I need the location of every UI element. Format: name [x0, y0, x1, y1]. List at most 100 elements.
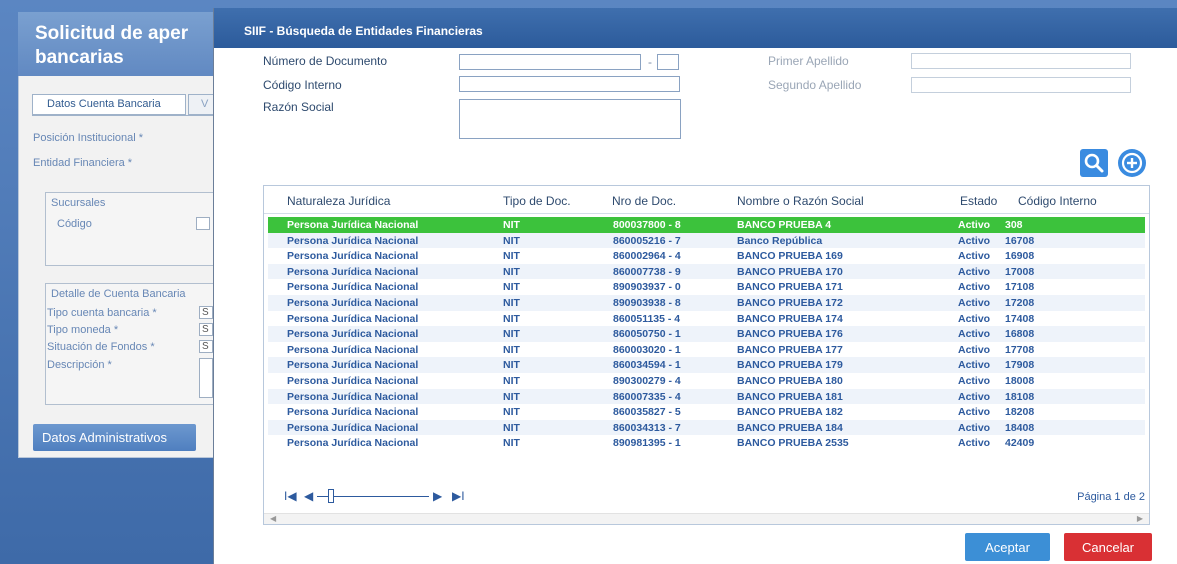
codigo-interno-input[interactable] — [459, 76, 680, 92]
table-row[interactable]: Persona Jurídica Nacional NIT 890300279 - … — [268, 373, 1145, 389]
numero-documento-label: Número de Documento — [263, 54, 388, 68]
cell-tipo-doc: NIT — [503, 437, 520, 450]
next-page-button[interactable]: ▶ — [433, 489, 442, 503]
page-slider-thumb[interactable] — [328, 489, 334, 503]
cell-nombre: BANCO PRUEBA 169 — [737, 250, 843, 263]
prev-page-button[interactable]: ◀ — [304, 489, 313, 503]
datos-administrativos-button[interactable]: Datos Administrativos — [33, 424, 196, 451]
table-row[interactable]: Persona Jurídica Nacional NIT 890903938 - … — [268, 294, 1145, 311]
cell-nombre: BANCO PRUEBA 181 — [737, 390, 843, 403]
cell-tipo-doc: NIT — [503, 234, 520, 247]
cell-nro-doc: 860035827 - 5 — [613, 406, 681, 419]
table-row[interactable]: Persona Jurídica Nacional NIT 860007738 - … — [268, 263, 1145, 280]
cell-codigo-interno: 17408 — [1005, 312, 1035, 325]
razon-social-textarea[interactable] — [459, 99, 681, 139]
table-row[interactable]: Persona Jurídica Nacional NIT 890981395 - … — [268, 435, 1145, 451]
cell-nombre: BANCO PRUEBA 177 — [737, 343, 843, 356]
segundo-apellido-label: Segundo Apellido — [768, 78, 862, 92]
cell-estado: Activo — [958, 234, 991, 247]
cell-naturaleza: Persona Jurídica Nacional — [287, 281, 419, 294]
cell-codigo-interno: 18108 — [1005, 390, 1035, 403]
add-circle-icon[interactable] — [1118, 149, 1146, 177]
cell-nombre: BANCO PRUEBA 170 — [737, 265, 843, 278]
segundo-apellido-input[interactable] — [911, 77, 1131, 93]
horizontal-scrollbar[interactable]: ◀ ▶ — [264, 513, 1149, 524]
grid-rows: Persona Jurídica Nacional NIT 800037800 - … — [268, 217, 1145, 451]
tipo-moneda-select[interactable]: S — [199, 323, 213, 336]
cell-estado: Activo — [958, 265, 991, 278]
cell-nro-doc: 860034313 - 7 — [613, 421, 681, 434]
table-row[interactable]: Persona Jurídica Nacional NIT 860005216 - … — [268, 232, 1145, 249]
table-row[interactable]: Persona Jurídica Nacional NIT 860003020 - … — [268, 342, 1145, 358]
cell-nombre: BANCO PRUEBA 2535 — [737, 437, 849, 450]
cell-estado: Activo — [958, 296, 991, 309]
cell-tipo-doc: NIT — [503, 421, 520, 434]
scroll-left-icon[interactable]: ◀ — [270, 514, 276, 523]
page-indicator: Página 1 de 2 — [1077, 491, 1145, 503]
cell-naturaleza: Persona Jurídica Nacional — [287, 296, 419, 309]
cell-naturaleza: Persona Jurídica Nacional — [287, 437, 419, 450]
primer-apellido-label: Primer Apellido — [768, 54, 849, 68]
cell-tipo-doc: NIT — [503, 328, 520, 341]
table-row[interactable]: Persona Jurídica Nacional NIT 860007335 - … — [268, 388, 1145, 405]
search-icon[interactable] — [1080, 149, 1108, 177]
table-row[interactable]: Persona Jurídica Nacional NIT 800037800 - … — [268, 217, 1145, 233]
scroll-right-icon[interactable]: ▶ — [1137, 514, 1143, 523]
col-nro-doc[interactable]: Nro de Doc. — [612, 194, 676, 208]
tipo-cuenta-select[interactable]: S — [199, 306, 213, 319]
table-row[interactable]: Persona Jurídica Nacional NIT 860051135 - … — [268, 311, 1145, 327]
cell-codigo-interno: 16808 — [1005, 328, 1035, 341]
primer-apellido-input[interactable] — [911, 53, 1131, 69]
col-nombre[interactable]: Nombre o Razón Social — [737, 194, 864, 208]
cell-codigo-interno: 18408 — [1005, 421, 1035, 434]
last-page-button[interactable]: ▶I — [452, 489, 465, 503]
cell-codigo-interno: 16908 — [1005, 250, 1035, 263]
tipo-moneda-label: Tipo moneda * — [47, 324, 119, 336]
cell-codigo-interno: 18208 — [1005, 406, 1035, 419]
cell-tipo-doc: NIT — [503, 359, 520, 372]
table-row[interactable]: Persona Jurídica Nacional NIT 890903937 - … — [268, 279, 1145, 295]
cell-naturaleza: Persona Jurídica Nacional — [287, 343, 419, 356]
accept-button[interactable]: Aceptar — [965, 533, 1050, 561]
cell-nombre: BANCO PRUEBA 176 — [737, 328, 843, 341]
numero-documento-input[interactable] — [459, 54, 641, 70]
col-estado[interactable]: Estado — [960, 194, 997, 208]
table-row[interactable]: Persona Jurídica Nacional NIT 860035827 - … — [268, 404, 1145, 420]
cell-nombre: BANCO PRUEBA 174 — [737, 312, 843, 325]
cell-estado: Activo — [958, 390, 991, 403]
cell-nro-doc: 890981395 - 1 — [613, 437, 681, 450]
search-dialog: SIIF - Búsqueda de Entidades Financieras… — [213, 8, 1177, 564]
table-row[interactable]: Persona Jurídica Nacional NIT 860034313 - … — [268, 419, 1145, 436]
cell-tipo-doc: NIT — [503, 265, 520, 278]
cell-estado: Activo — [958, 421, 991, 434]
cell-codigo-interno: 42409 — [1005, 437, 1035, 450]
codigo-label: Código — [57, 218, 92, 230]
cell-nro-doc: 890903937 - 0 — [613, 281, 681, 294]
table-row[interactable]: Persona Jurídica Nacional NIT 860034594 - … — [268, 357, 1145, 373]
cell-naturaleza: Persona Jurídica Nacional — [287, 219, 419, 231]
cell-naturaleza: Persona Jurídica Nacional — [287, 421, 419, 434]
cell-nro-doc: 860034594 - 1 — [613, 359, 681, 372]
cell-estado: Activo — [958, 374, 991, 387]
cancel-button[interactable]: Cancelar — [1064, 533, 1152, 561]
first-page-button[interactable]: I◀ — [284, 489, 297, 503]
col-codigo-interno[interactable]: Código Interno — [1018, 194, 1097, 208]
cell-codigo-interno: 17708 — [1005, 343, 1035, 356]
cell-naturaleza: Persona Jurídica Nacional — [287, 312, 419, 325]
tab-divider — [32, 115, 232, 116]
descripcion-textarea[interactable] — [199, 358, 213, 398]
codigo-input[interactable] — [196, 217, 210, 230]
tab-datos-cuenta-bancaria[interactable]: Datos Cuenta Bancaria — [32, 94, 186, 115]
cell-tipo-doc: NIT — [503, 390, 520, 403]
col-naturaleza[interactable]: Naturaleza Jurídica — [287, 194, 390, 208]
situacion-select[interactable]: S — [199, 340, 213, 353]
cell-codigo-interno: 17208 — [1005, 296, 1035, 309]
cell-tipo-doc: NIT — [503, 219, 520, 231]
digito-verificacion-input[interactable] — [657, 54, 679, 70]
table-row[interactable]: Persona Jurídica Nacional NIT 860002964 - … — [268, 248, 1145, 264]
cell-tipo-doc: NIT — [503, 374, 520, 387]
col-tipo-doc[interactable]: Tipo de Doc. — [503, 194, 571, 208]
table-row[interactable]: Persona Jurídica Nacional NIT 860050750 - … — [268, 326, 1145, 342]
cell-naturaleza: Persona Jurídica Nacional — [287, 359, 419, 372]
cell-estado: Activo — [958, 312, 991, 325]
